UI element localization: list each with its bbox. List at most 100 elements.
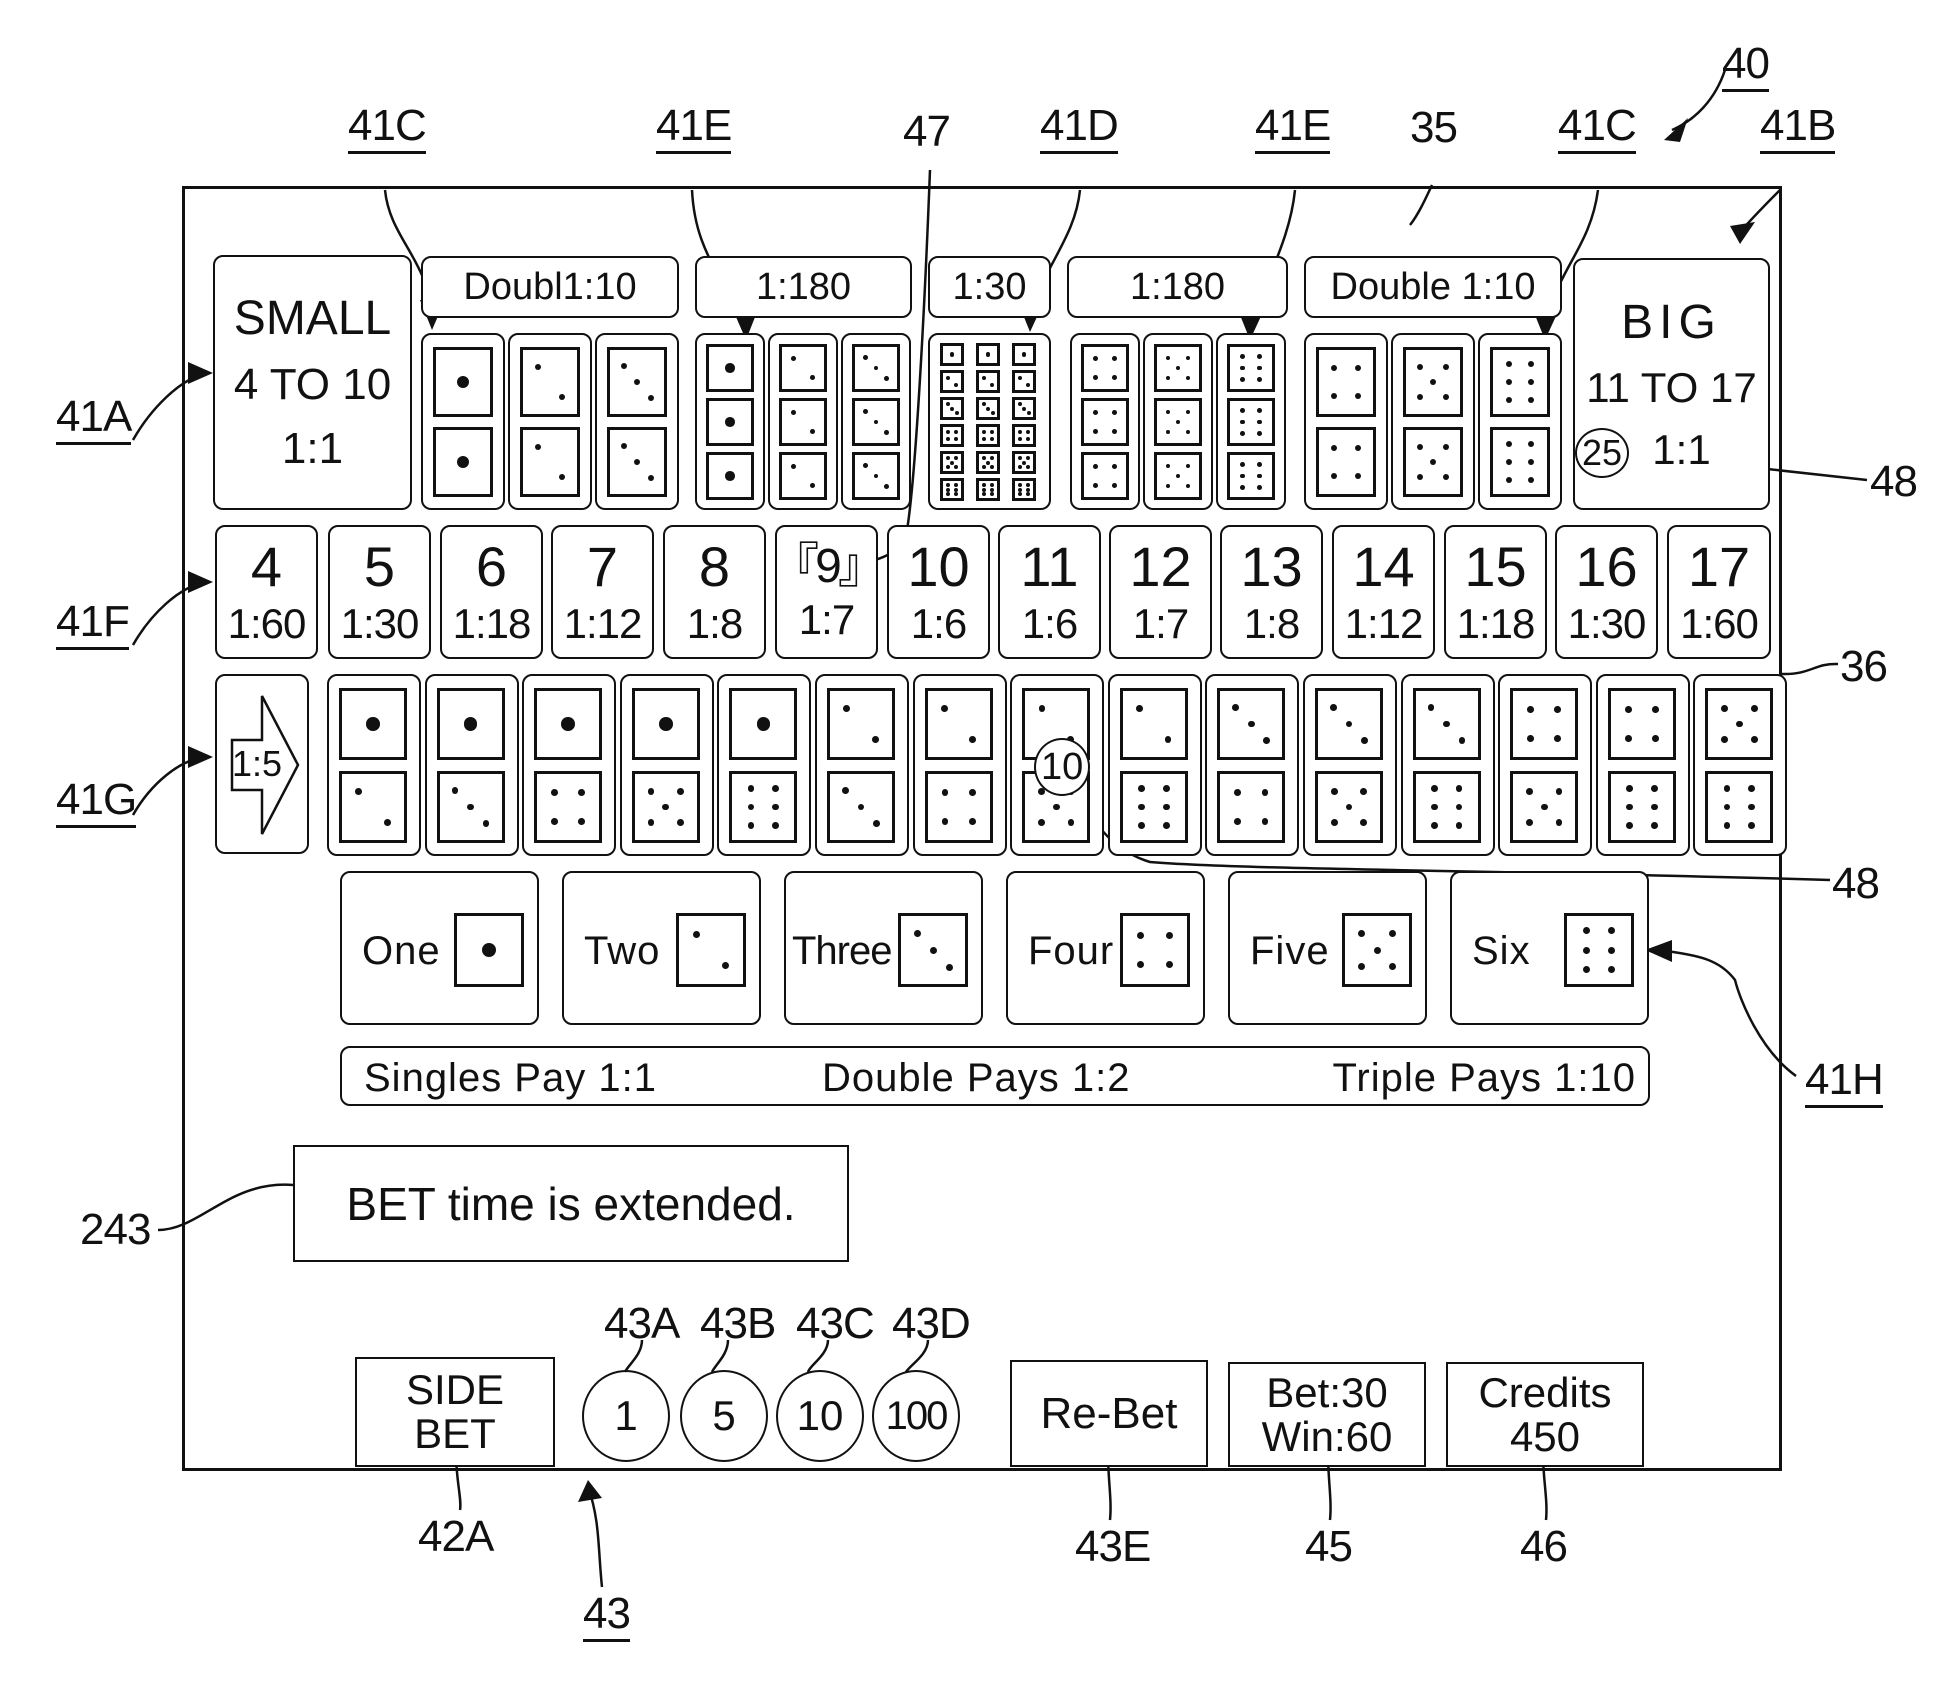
combination-bet-3-5[interactable] bbox=[1303, 674, 1397, 856]
pip bbox=[810, 429, 816, 435]
single-bet-three[interactable]: Three bbox=[784, 871, 983, 1025]
total-number: 11 bbox=[1020, 535, 1079, 598]
pip bbox=[1354, 393, 1361, 400]
double-bet-2-2[interactable] bbox=[508, 333, 592, 510]
pip bbox=[647, 787, 655, 795]
chip-5-button[interactable]: 5 bbox=[680, 1370, 768, 1462]
small-odds: 1:1 bbox=[281, 424, 344, 473]
pip bbox=[946, 429, 951, 434]
pip bbox=[634, 379, 640, 385]
total-bet-10[interactable]: 10 1:6 bbox=[887, 525, 990, 659]
pip bbox=[1417, 474, 1424, 481]
pip bbox=[884, 430, 889, 435]
combination-bet-1-6[interactable] bbox=[717, 674, 812, 856]
die-face-one-icon bbox=[976, 343, 1000, 366]
pip bbox=[1162, 822, 1170, 829]
total-bet-5[interactable]: 5 1:30 bbox=[328, 525, 431, 659]
combination-bet-2-3[interactable] bbox=[815, 674, 909, 856]
leader-43 bbox=[586, 1486, 604, 1588]
double-bet-6-6[interactable] bbox=[1478, 333, 1562, 510]
single-bet-five[interactable]: Five bbox=[1228, 871, 1427, 1025]
combination-bet-1-3[interactable] bbox=[424, 674, 519, 856]
pip bbox=[1021, 352, 1027, 357]
combination-bet-5-6[interactable] bbox=[1693, 674, 1788, 856]
pip bbox=[1723, 803, 1731, 811]
pip bbox=[1026, 383, 1031, 388]
combination-bet-3-4[interactable] bbox=[1205, 674, 1300, 856]
combination-bet-4-6[interactable] bbox=[1595, 674, 1690, 856]
double-left-header: Doubl1:10 bbox=[421, 256, 679, 318]
total-number: 8 bbox=[698, 535, 731, 598]
pip bbox=[989, 429, 994, 434]
any-triple-bet[interactable] bbox=[928, 333, 1051, 510]
triple-bet-444[interactable] bbox=[1070, 333, 1140, 510]
pip bbox=[1345, 803, 1353, 811]
total-bet-14[interactable]: 14 1:12 bbox=[1332, 525, 1435, 659]
total-bet-17[interactable]: 17 1:60 bbox=[1667, 525, 1771, 659]
single-bet-one[interactable]: One bbox=[340, 871, 539, 1025]
triple-bet-222[interactable] bbox=[768, 333, 838, 510]
chip-1-button[interactable]: 1 bbox=[582, 1370, 670, 1462]
single-bet-two[interactable]: Two bbox=[562, 871, 761, 1025]
double-bet-3-3[interactable] bbox=[595, 333, 679, 510]
rebet-button[interactable]: Re-Bet bbox=[1010, 1360, 1208, 1467]
pip bbox=[1555, 787, 1563, 795]
pip bbox=[1257, 485, 1262, 491]
pip bbox=[1257, 407, 1262, 413]
chip-10-button[interactable]: 10 bbox=[776, 1370, 864, 1462]
total-bet-7[interactable]: 7 1:12 bbox=[551, 525, 654, 659]
die-face-five-icon bbox=[1705, 688, 1774, 760]
small-bet-area[interactable]: SMALL 4 TO 10 1:1 bbox=[213, 255, 412, 510]
combination-bet-3-6[interactable] bbox=[1400, 674, 1495, 856]
side-bet-button[interactable]: SIDE BET bbox=[355, 1357, 555, 1467]
triple-bet-555[interactable] bbox=[1143, 333, 1213, 510]
total-bet-13[interactable]: 13 1:8 bbox=[1220, 525, 1323, 659]
side-bet-label-line2: BET bbox=[414, 1410, 496, 1457]
single-bet-four[interactable]: Four bbox=[1006, 871, 1205, 1025]
combination-bet-2-6[interactable] bbox=[1107, 674, 1202, 856]
pip bbox=[946, 487, 951, 492]
pip bbox=[1257, 461, 1262, 467]
total-bet-11[interactable]: 11 1:6 bbox=[998, 525, 1101, 659]
total-odds: 1:18 bbox=[452, 600, 532, 647]
combination-bet-2-5[interactable]: 10 bbox=[1010, 674, 1105, 856]
total-odds: 1:18 bbox=[1456, 600, 1536, 647]
triple-pays-text: Triple Pays 1:10 bbox=[1332, 1056, 1636, 1100]
total-bet-4[interactable]: 4 1:60 bbox=[215, 525, 318, 659]
total-bet-9[interactable]: 『9』 1:7 bbox=[771, 525, 886, 659]
total-odds: 1:6 bbox=[1021, 600, 1078, 647]
pip bbox=[772, 803, 780, 811]
die-face-one-icon bbox=[940, 343, 964, 366]
pip bbox=[1750, 736, 1758, 744]
double-bet-4-4[interactable] bbox=[1304, 333, 1388, 510]
combination-bet-1-2[interactable] bbox=[327, 674, 421, 856]
single-bet-six[interactable]: Six bbox=[1450, 871, 1649, 1025]
pip bbox=[559, 473, 566, 480]
triple-bet-666[interactable] bbox=[1216, 333, 1286, 510]
pip bbox=[1650, 803, 1658, 811]
pip bbox=[1017, 402, 1022, 407]
combination-bet-1-5[interactable] bbox=[619, 674, 714, 856]
pip bbox=[1025, 492, 1030, 497]
triple-bet-111[interactable] bbox=[695, 333, 765, 510]
pip bbox=[1165, 409, 1171, 415]
chip-100-button[interactable]: 100 bbox=[872, 1370, 960, 1462]
pip bbox=[946, 492, 951, 497]
pip bbox=[950, 460, 954, 465]
pip bbox=[863, 409, 868, 414]
pip bbox=[647, 395, 654, 401]
total-bet-15[interactable]: 15 1:18 bbox=[1444, 525, 1547, 659]
combination-bet-4-5[interactable] bbox=[1498, 674, 1593, 856]
double-bet-1-1[interactable] bbox=[421, 333, 505, 510]
total-bet-6[interactable]: 6 1:18 bbox=[440, 525, 543, 659]
combination-bet-2-4[interactable] bbox=[912, 674, 1007, 856]
double-bet-5-5[interactable] bbox=[1391, 333, 1475, 510]
pip bbox=[1137, 931, 1145, 939]
total-bet-8[interactable]: 8 1:8 bbox=[663, 525, 766, 659]
total-bet-16[interactable]: 16 1:30 bbox=[1555, 525, 1658, 659]
total-bet-12[interactable]: 12 1:7 bbox=[1109, 525, 1212, 659]
triple-bet-333[interactable] bbox=[841, 333, 911, 510]
die-face-five-icon bbox=[631, 771, 700, 843]
combination-bet-1-4[interactable] bbox=[522, 674, 617, 856]
pip bbox=[945, 402, 950, 407]
